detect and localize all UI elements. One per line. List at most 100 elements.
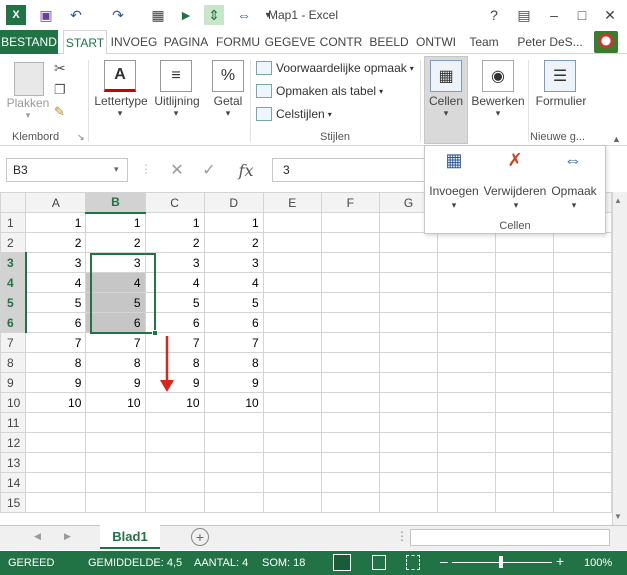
cell[interactable] — [262, 452, 322, 473]
cell[interactable]: 4 — [203, 272, 264, 293]
conditional-formatting-button[interactable]: Voorwaardelijke opmaak ▾ — [256, 58, 414, 78]
cell[interactable] — [320, 472, 380, 493]
cell[interactable] — [144, 492, 205, 513]
cell[interactable] — [553, 232, 612, 253]
cell[interactable] — [320, 212, 380, 233]
cell[interactable]: 6 — [85, 312, 146, 333]
row-header[interactable]: 12 — [0, 432, 27, 453]
format-painter-icon[interactable]: ✎ — [54, 104, 72, 122]
cell[interactable] — [25, 492, 87, 513]
cell[interactable]: 3 — [144, 252, 205, 273]
cell[interactable] — [320, 412, 380, 433]
cell[interactable] — [262, 472, 322, 493]
clipboard-launcher-icon[interactable]: ↘ — [77, 132, 85, 143]
cell[interactable] — [495, 412, 554, 433]
cell[interactable]: 9 — [203, 372, 264, 393]
cell[interactable]: 10 — [144, 392, 205, 413]
cell[interactable]: 3 — [85, 252, 146, 273]
cell[interactable]: 1 — [25, 212, 87, 233]
zoom-level[interactable]: 100% — [584, 557, 612, 569]
cell[interactable] — [25, 472, 87, 493]
cell[interactable] — [144, 432, 205, 453]
cell[interactable] — [553, 472, 612, 493]
cell[interactable] — [495, 492, 554, 513]
cell[interactable] — [437, 232, 497, 253]
cell[interactable] — [378, 412, 439, 433]
freeze-columns-icon[interactable]: ⇔ — [234, 5, 254, 25]
cell[interactable] — [553, 252, 612, 273]
format-button[interactable]: Opmaak — [548, 184, 600, 198]
cell[interactable]: 1 — [144, 212, 205, 233]
name-box-dropdown-icon[interactable]: ▾ — [114, 164, 119, 175]
delete-button[interactable]: Verwijderen — [482, 184, 548, 198]
column-header[interactable]: A — [25, 192, 87, 213]
cell[interactable] — [378, 392, 439, 413]
cell[interactable] — [262, 332, 322, 353]
cell[interactable] — [553, 292, 612, 313]
name-box[interactable]: B3 — [6, 158, 128, 182]
undo-icon[interactable]: ↶ — [66, 5, 86, 25]
cell[interactable]: 9 — [25, 372, 87, 393]
cell[interactable] — [320, 272, 380, 293]
cell[interactable] — [203, 472, 264, 493]
page-layout-icon[interactable] — [372, 555, 386, 570]
paste-dropdown-icon[interactable]: ▾ — [18, 110, 38, 121]
cell[interactable] — [262, 372, 322, 393]
redo-icon[interactable]: ↷ — [108, 5, 128, 25]
row-header[interactable]: 6 — [0, 312, 27, 333]
cell[interactable] — [437, 492, 497, 513]
cell[interactable]: 10 — [85, 392, 146, 413]
cell[interactable] — [320, 492, 380, 513]
cell[interactable] — [495, 332, 554, 353]
cell[interactable] — [25, 432, 87, 453]
cell[interactable] — [320, 432, 380, 453]
vertical-scrollbar[interactable] — [612, 192, 627, 525]
cell[interactable] — [437, 312, 497, 333]
help-button[interactable]: ? — [482, 4, 506, 26]
cell[interactable] — [262, 272, 322, 293]
cell[interactable] — [553, 312, 612, 333]
form-button[interactable]: Formulier — [530, 94, 592, 108]
cell[interactable] — [378, 312, 439, 333]
cell[interactable] — [553, 452, 612, 473]
cell[interactable] — [378, 352, 439, 373]
cell[interactable] — [437, 472, 497, 493]
ribbon-display-icon[interactable]: ▤ — [512, 4, 536, 26]
cell[interactable] — [437, 332, 497, 353]
cell[interactable]: 6 — [203, 312, 264, 333]
cell[interactable]: 5 — [85, 292, 146, 313]
cell[interactable]: 5 — [144, 292, 205, 313]
cell[interactable] — [320, 452, 380, 473]
row-header[interactable]: 9 — [0, 372, 27, 393]
cell[interactable] — [203, 432, 264, 453]
zoom-slider-thumb[interactable] — [499, 556, 503, 568]
scroll-down-icon[interactable]: ▼ — [614, 512, 622, 521]
sheet-prev-icon[interactable]: ◀ — [34, 531, 41, 542]
cell[interactable] — [320, 372, 380, 393]
cell[interactable] — [262, 292, 322, 313]
cell[interactable] — [320, 352, 380, 373]
cell[interactable] — [320, 252, 380, 273]
paste-button[interactable]: Plakken — [4, 96, 52, 110]
minimize-icon[interactable]: – — [542, 4, 566, 26]
cell[interactable] — [553, 412, 612, 433]
cell[interactable] — [495, 352, 554, 373]
editing-dropdown-icon[interactable]: ▾ — [488, 108, 508, 119]
freeze-rows-icon[interactable]: ⇕ — [204, 5, 224, 25]
insert-function-button[interactable]: fx — [232, 158, 260, 182]
tab-pagina[interactable]: PAGINA — [161, 30, 211, 54]
tab-bestand[interactable]: BESTAND — [0, 30, 58, 54]
close-icon[interactable]: ✕ — [598, 4, 622, 26]
cell[interactable] — [85, 452, 146, 473]
cell[interactable]: 4 — [25, 272, 87, 293]
cell[interactable] — [437, 292, 497, 313]
cell[interactable] — [437, 272, 497, 293]
tab-team[interactable]: Team — [463, 30, 505, 54]
tab-beeld[interactable]: BEELD — [367, 30, 411, 54]
column-header[interactable]: D — [203, 192, 264, 213]
row-header[interactable]: 7 — [0, 332, 27, 353]
page-break-icon[interactable] — [406, 555, 420, 570]
number-dropdown-icon[interactable]: ▾ — [218, 108, 238, 119]
column-header[interactable]: E — [262, 192, 322, 213]
cell[interactable] — [378, 292, 439, 313]
